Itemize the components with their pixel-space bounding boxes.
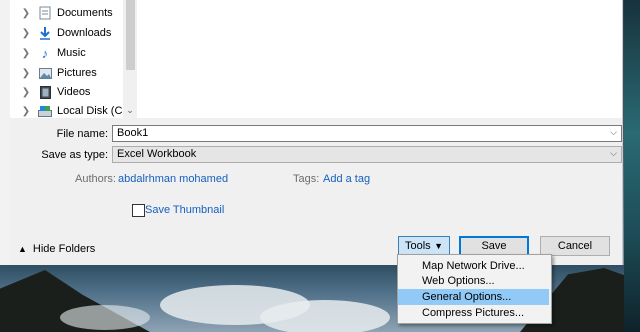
chevron-right-icon[interactable]: ❯ (18, 8, 34, 19)
scroll-down-arrow-icon[interactable]: ⌄ (123, 105, 137, 116)
save-as-type-label: Save as type: (41, 149, 108, 161)
save-thumbnail-label[interactable]: Save Thumbnail (145, 204, 224, 216)
file-name-value: Book1 (117, 127, 149, 139)
tree-item-label: Pictures (57, 67, 97, 79)
chevron-right-icon[interactable]: ❯ (18, 87, 34, 98)
tools-dropdown-menu: Map Network Drive... Web Options... Gene… (397, 254, 552, 324)
folder-tree: ❯ Documents ❯ Downloads ❯ ♪ Music ❯ Pict… (10, 0, 137, 118)
tree-item-videos[interactable]: ❯ Videos (10, 82, 135, 102)
hide-folders-label: Hide Folders (32, 243, 96, 255)
file-name-input[interactable]: Book1 ⌵ (112, 125, 622, 142)
cloud (60, 305, 150, 330)
chevron-down-icon[interactable]: ⌵ (610, 127, 617, 138)
file-name-label: File name: (56, 128, 108, 140)
hide-folders-button[interactable]: ▲ Hide Folders (18, 243, 95, 255)
chevron-right-icon[interactable]: ❯ (18, 48, 34, 59)
menu-item-compress-pictures[interactable]: Compress Pictures... (398, 305, 549, 321)
menu-item-general-options[interactable]: General Options... (398, 289, 549, 305)
tree-item-label: Music (57, 47, 86, 59)
cloud (260, 300, 390, 332)
pictures-icon (38, 66, 52, 80)
videos-icon (38, 85, 52, 99)
tree-item-downloads[interactable]: ❯ Downloads (10, 23, 135, 43)
authors-value[interactable]: abdalrhman mohamed (118, 173, 228, 185)
menu-item-map-network-drive[interactable]: Map Network Drive... (398, 258, 549, 274)
tree-item-label: Documents (57, 7, 113, 19)
downloads-icon (38, 26, 52, 40)
tree-item-music[interactable]: ❯ ♪ Music (10, 43, 135, 63)
tree-scrollbar[interactable]: ⌄ (123, 0, 137, 118)
tree-item-documents[interactable]: ❯ Documents (10, 3, 135, 23)
music-icon: ♪ (41, 45, 49, 61)
save-as-dialog: ❯ Documents ❯ Downloads ❯ ♪ Music ❯ Pict… (10, 0, 623, 265)
background-window-edge-right (624, 0, 640, 332)
tree-item-pictures[interactable]: ❯ Pictures (10, 63, 135, 83)
chevron-right-icon[interactable]: ❯ (18, 28, 34, 39)
save-button[interactable]: Save (459, 236, 529, 256)
tools-button[interactable]: Tools ▼ (398, 236, 450, 256)
tree-item-label: Downloads (57, 27, 112, 39)
local-disk-icon (38, 104, 52, 118)
save-as-type-value: Excel Workbook (117, 148, 197, 160)
tools-label: Tools (405, 240, 431, 252)
save-label: Save (481, 240, 507, 252)
save-thumbnail-checkbox[interactable] (132, 204, 145, 217)
cancel-label: Cancel (557, 240, 593, 252)
menu-item-web-options[interactable]: Web Options... (398, 273, 549, 289)
chevron-right-icon[interactable]: ❯ (18, 106, 34, 117)
tree-item-label: Local Disk (C:) (57, 105, 130, 117)
tags-value[interactable]: Add a tag (323, 173, 370, 185)
documents-icon (38, 6, 52, 20)
tags-label: Tags: (293, 173, 320, 185)
tree-item-label: Videos (57, 86, 91, 98)
save-as-type-select[interactable]: Excel Workbook ⌵ (112, 146, 622, 163)
scrollbar-thumb[interactable] (126, 0, 135, 70)
chevron-right-icon[interactable]: ❯ (18, 68, 34, 79)
authors-label: Authors: (75, 173, 116, 185)
chevron-down-icon[interactable]: ⌵ (610, 148, 617, 159)
chevron-up-icon: ▲ (18, 244, 27, 254)
dropdown-arrow-icon: ▼ (434, 241, 443, 251)
save-options-panel: File name: Book1 ⌵ Save as type: Excel W… (10, 118, 622, 265)
cancel-button[interactable]: Cancel (540, 236, 610, 256)
